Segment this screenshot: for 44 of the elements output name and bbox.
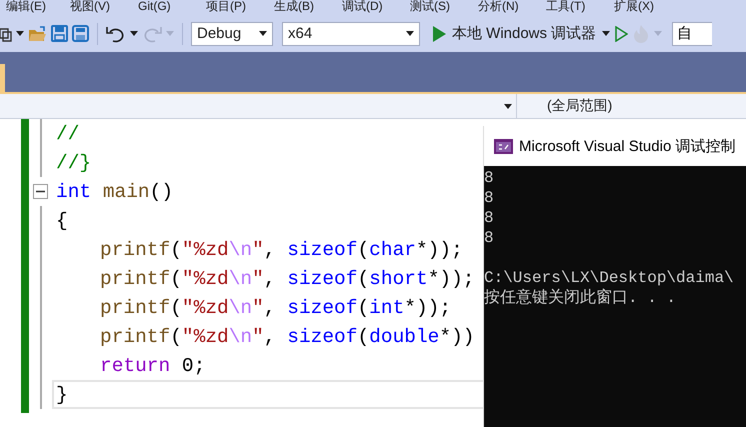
- caret-icon[interactable]: [259, 31, 267, 36]
- play-icon: [432, 26, 446, 42]
- menu-item[interactable]: 工具(T): [546, 0, 614, 13]
- caret-icon[interactable]: [406, 31, 414, 36]
- collapse-icon[interactable]: [33, 184, 48, 199]
- window-title: Microsoft Visual Studio 调试控制: [519, 136, 736, 156]
- start-debugger-button[interactable]: 本地 Windows 调试器: [432, 24, 610, 43]
- code-line: printf("%zd\n", sizeof(short*));: [100, 268, 474, 290]
- caret-icon[interactable]: [504, 104, 512, 108]
- code-line: printf("%zd\n", sizeof(char*));: [100, 238, 463, 260]
- console-output: 8: [484, 188, 495, 208]
- console-output: 8: [484, 228, 495, 248]
- caret-icon[interactable]: [602, 31, 610, 36]
- code-line: }: [56, 384, 68, 406]
- code-line: //: [56, 122, 80, 144]
- code-line: //}: [56, 152, 92, 174]
- undo-icon[interactable]: [106, 24, 126, 42]
- code-line: int main(): [56, 180, 174, 202]
- menu-item[interactable]: 调试(D): [342, 0, 410, 13]
- save-icon[interactable]: [51, 25, 68, 42]
- menu-item[interactable]: Git(G): [138, 0, 206, 13]
- menu-item[interactable]: 扩展(X): [614, 0, 682, 13]
- console-icon: [494, 138, 513, 154]
- caret-icon[interactable]: [16, 31, 24, 36]
- code-line: printf("%zd\n", sizeof(int*));: [100, 296, 452, 318]
- console-output: C:\Users\LX\Desktop\daima\: [484, 268, 735, 288]
- menu-item[interactable]: 生成(B): [274, 0, 342, 13]
- code-line: printf("%zd\n", sizeof(double*)): [100, 326, 474, 348]
- caret-icon[interactable]: [130, 31, 138, 36]
- menu-item[interactable]: 分析(N): [478, 0, 546, 13]
- console-output: 8: [484, 208, 495, 228]
- platform-dropdown[interactable]: x64: [282, 22, 420, 46]
- menu-item[interactable]: 编辑(E): [0, 0, 70, 13]
- configuration-dropdown[interactable]: Debug: [191, 22, 273, 46]
- solution-config-dropdown[interactable]: 自: [672, 22, 712, 46]
- menu-item[interactable]: 测试(S): [410, 0, 478, 13]
- code-line: {: [56, 210, 68, 232]
- menu-item[interactable]: 项目(P): [206, 0, 274, 13]
- console-output: 8: [484, 168, 495, 188]
- console-output: 按任意键关闭此窗口. . .: [484, 288, 678, 308]
- code-line: return 0;: [100, 354, 206, 376]
- open-folder-icon[interactable]: [28, 26, 47, 42]
- menu-item[interactable]: 视图(V): [70, 0, 138, 13]
- save-all-icon[interactable]: [72, 25, 89, 42]
